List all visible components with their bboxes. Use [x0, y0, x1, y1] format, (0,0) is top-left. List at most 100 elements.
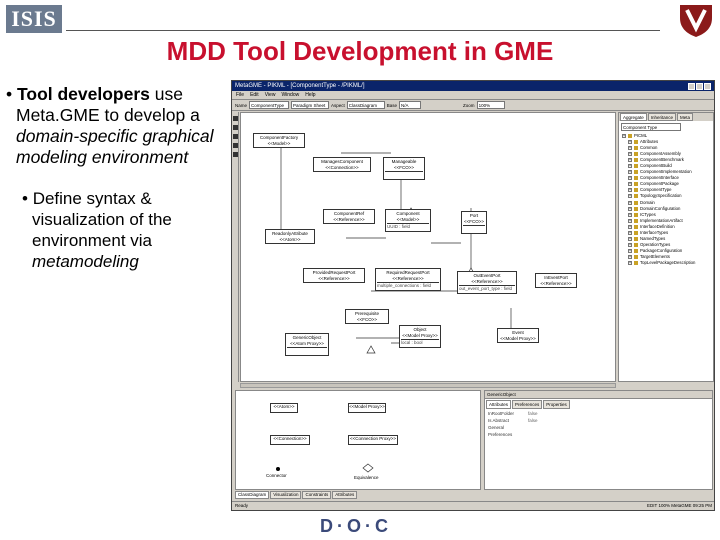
slide-title: MDD Tool Development in GME [166, 36, 554, 66]
tab-inspector-preferences[interactable]: Preferences [512, 400, 543, 409]
tab-classdiagram[interactable]: ClassDiagram [235, 491, 270, 499]
minimize-button[interactable] [688, 82, 695, 90]
base-field[interactable]: N/A [399, 101, 422, 109]
class-box[interactable]: ComponentRef <<Reference>> [323, 209, 375, 224]
expand-icon[interactable]: + [628, 140, 632, 145]
expand-icon[interactable]: + [628, 152, 632, 157]
class-box[interactable]: OutEventPort <<Reference>> out_event_port_… [457, 271, 517, 294]
class-box[interactable]: ProvidedRequestPort <<Reference>> [303, 268, 365, 283]
app-title: MetaGME - PIKML - [ComponentType - /PIKM… [235, 83, 365, 89]
expand-icon[interactable]: + [628, 261, 632, 265]
expand-icon[interactable]: + [628, 182, 632, 187]
expand-icon[interactable]: + [628, 236, 632, 241]
expand-icon[interactable]: + [628, 200, 632, 205]
class-box[interactable]: ReadonlyAttribute <<Atom>> [265, 229, 315, 244]
expand-icon[interactable]: + [628, 212, 632, 217]
status-bar: Ready EDIT 100% MetaGME 09:25 PM [232, 501, 714, 510]
zoom-tool-icon[interactable] [233, 143, 238, 148]
class-box[interactable]: InEventPort <<Reference>> [535, 273, 577, 288]
kind-field[interactable]: Paradigm Sheet [291, 101, 330, 109]
expand-icon[interactable]: + [622, 134, 626, 139]
palette-part[interactable]: <<Atom>> [270, 403, 298, 413]
aspect-select[interactable]: ClassDiagram [346, 101, 385, 109]
inspector-row[interactable]: General Preferences [485, 424, 712, 438]
expand-icon[interactable]: + [628, 188, 632, 193]
connect-tool-icon[interactable] [233, 125, 238, 130]
class-box[interactable]: Prerequisite <<FCO>> [345, 309, 389, 324]
bullet-2: • Define syntax & visualization of the e… [22, 189, 172, 271]
expand-icon[interactable]: + [628, 164, 632, 169]
tab-attributes[interactable]: Attributes [332, 491, 358, 499]
folder-icon [634, 248, 638, 253]
folder-icon [634, 261, 638, 265]
expand-icon[interactable]: + [628, 224, 632, 229]
expand-icon[interactable]: + [628, 206, 632, 211]
name-label: Name [235, 102, 248, 108]
palette-part[interactable]: <<Connection>> [270, 435, 310, 445]
aspect-tabs: ClassDiagram Visualization Constraints A… [235, 491, 358, 499]
expand-icon[interactable]: + [628, 230, 632, 235]
tab-meta[interactable]: Meta [677, 113, 694, 121]
menu-item-help[interactable]: Help [305, 92, 315, 98]
expand-icon[interactable]: + [628, 242, 632, 247]
disconnect-tool-icon[interactable] [233, 134, 238, 139]
doc-logo: D·O·C [320, 516, 392, 536]
palette-part-label[interactable]: Connector [266, 473, 287, 478]
tab-inspector-properties[interactable]: Properties [543, 400, 570, 409]
folder-icon [634, 218, 638, 223]
menu-item-view[interactable]: View [265, 92, 276, 98]
class-box[interactable]: RequiredRequestPort <<Reference>> multiple… [375, 268, 441, 291]
expand-icon[interactable]: + [628, 146, 632, 151]
maximize-button[interactable] [696, 82, 703, 90]
palette-part[interactable]: <<Model Proxy>> [348, 403, 386, 413]
zoom-select[interactable]: 100% [476, 101, 505, 109]
tab-aggregate[interactable]: Aggregate [620, 113, 647, 121]
browser-filter-select[interactable]: Component Type [621, 123, 681, 131]
class-box[interactable]: Event <<Model Proxy>> [497, 328, 539, 343]
expand-icon[interactable]: + [628, 218, 632, 223]
model-canvas[interactable]: ComponentFactory <<Model>> ManagesCompone… [240, 112, 616, 382]
expand-icon[interactable]: + [628, 248, 632, 253]
base-label: Base [386, 102, 398, 108]
class-box[interactable]: ComponentFactory <<Model>> [253, 133, 305, 148]
menu-item-edit[interactable]: Edit [250, 92, 259, 98]
part-palette [232, 112, 239, 382]
expand-icon[interactable]: + [628, 176, 632, 181]
folder-icon [634, 200, 638, 205]
status-indicators: EDIT 100% MetaGME 09:25 PM [647, 503, 712, 508]
class-box[interactable]: ManagesComponent <<Connection>> [313, 157, 371, 172]
name-field[interactable]: ComponentType [249, 101, 290, 109]
folder-icon [634, 182, 638, 187]
class-box[interactable]: Port <<FCO>> [461, 211, 487, 234]
select-tool-icon[interactable] [233, 116, 238, 121]
tab-constraints[interactable]: Constraints [302, 491, 332, 499]
tab-visualization[interactable]: Visualization [270, 491, 302, 499]
canvas-scrollbar[interactable] [240, 383, 616, 388]
class-box[interactable]: GenericObject <<Atom Proxy>> [285, 333, 329, 356]
bullet-1: • Tool developers use Meta.GME to develo… [6, 84, 214, 167]
visualize-tool-icon[interactable] [233, 152, 238, 157]
folder-icon [634, 146, 638, 151]
class-box[interactable]: Component <<Model>> UUID : field [385, 209, 431, 232]
expand-icon[interactable]: + [628, 254, 632, 259]
menu-item-window[interactable]: Window [281, 92, 299, 98]
tab-inheritance[interactable]: Inheritance [647, 113, 677, 121]
palette-part-label[interactable]: Equivalence [354, 475, 379, 480]
tab-inspector-attributes[interactable]: Attributes [486, 400, 512, 409]
folder-icon [628, 134, 632, 139]
palette-part[interactable]: <<Connection Proxy>> [348, 435, 398, 445]
model-toolbar: Name ComponentType Paradigm Sheet Aspect… [232, 100, 714, 111]
bullet-1-italic: domain-specific graphical modeling envir… [16, 126, 214, 167]
class-box[interactable]: Manageable <<FCO>> [383, 157, 425, 180]
expand-icon[interactable]: + [628, 158, 632, 163]
expand-icon[interactable]: + [628, 170, 632, 175]
inspector-row[interactable]: Is Abstract false [485, 417, 712, 424]
class-box[interactable]: Object <<Model Proxy>> local : bool [399, 325, 441, 348]
tree-item[interactable]: + TopLevelPackageDescription [622, 260, 713, 266]
close-button[interactable] [704, 82, 711, 90]
expand-icon[interactable]: + [628, 194, 632, 199]
menu-item-file[interactable]: File [236, 92, 244, 98]
isis-logo: ISIS [6, 5, 62, 33]
inspector-row[interactable]: InRootFolder false [485, 410, 712, 417]
folder-icon [634, 206, 638, 211]
